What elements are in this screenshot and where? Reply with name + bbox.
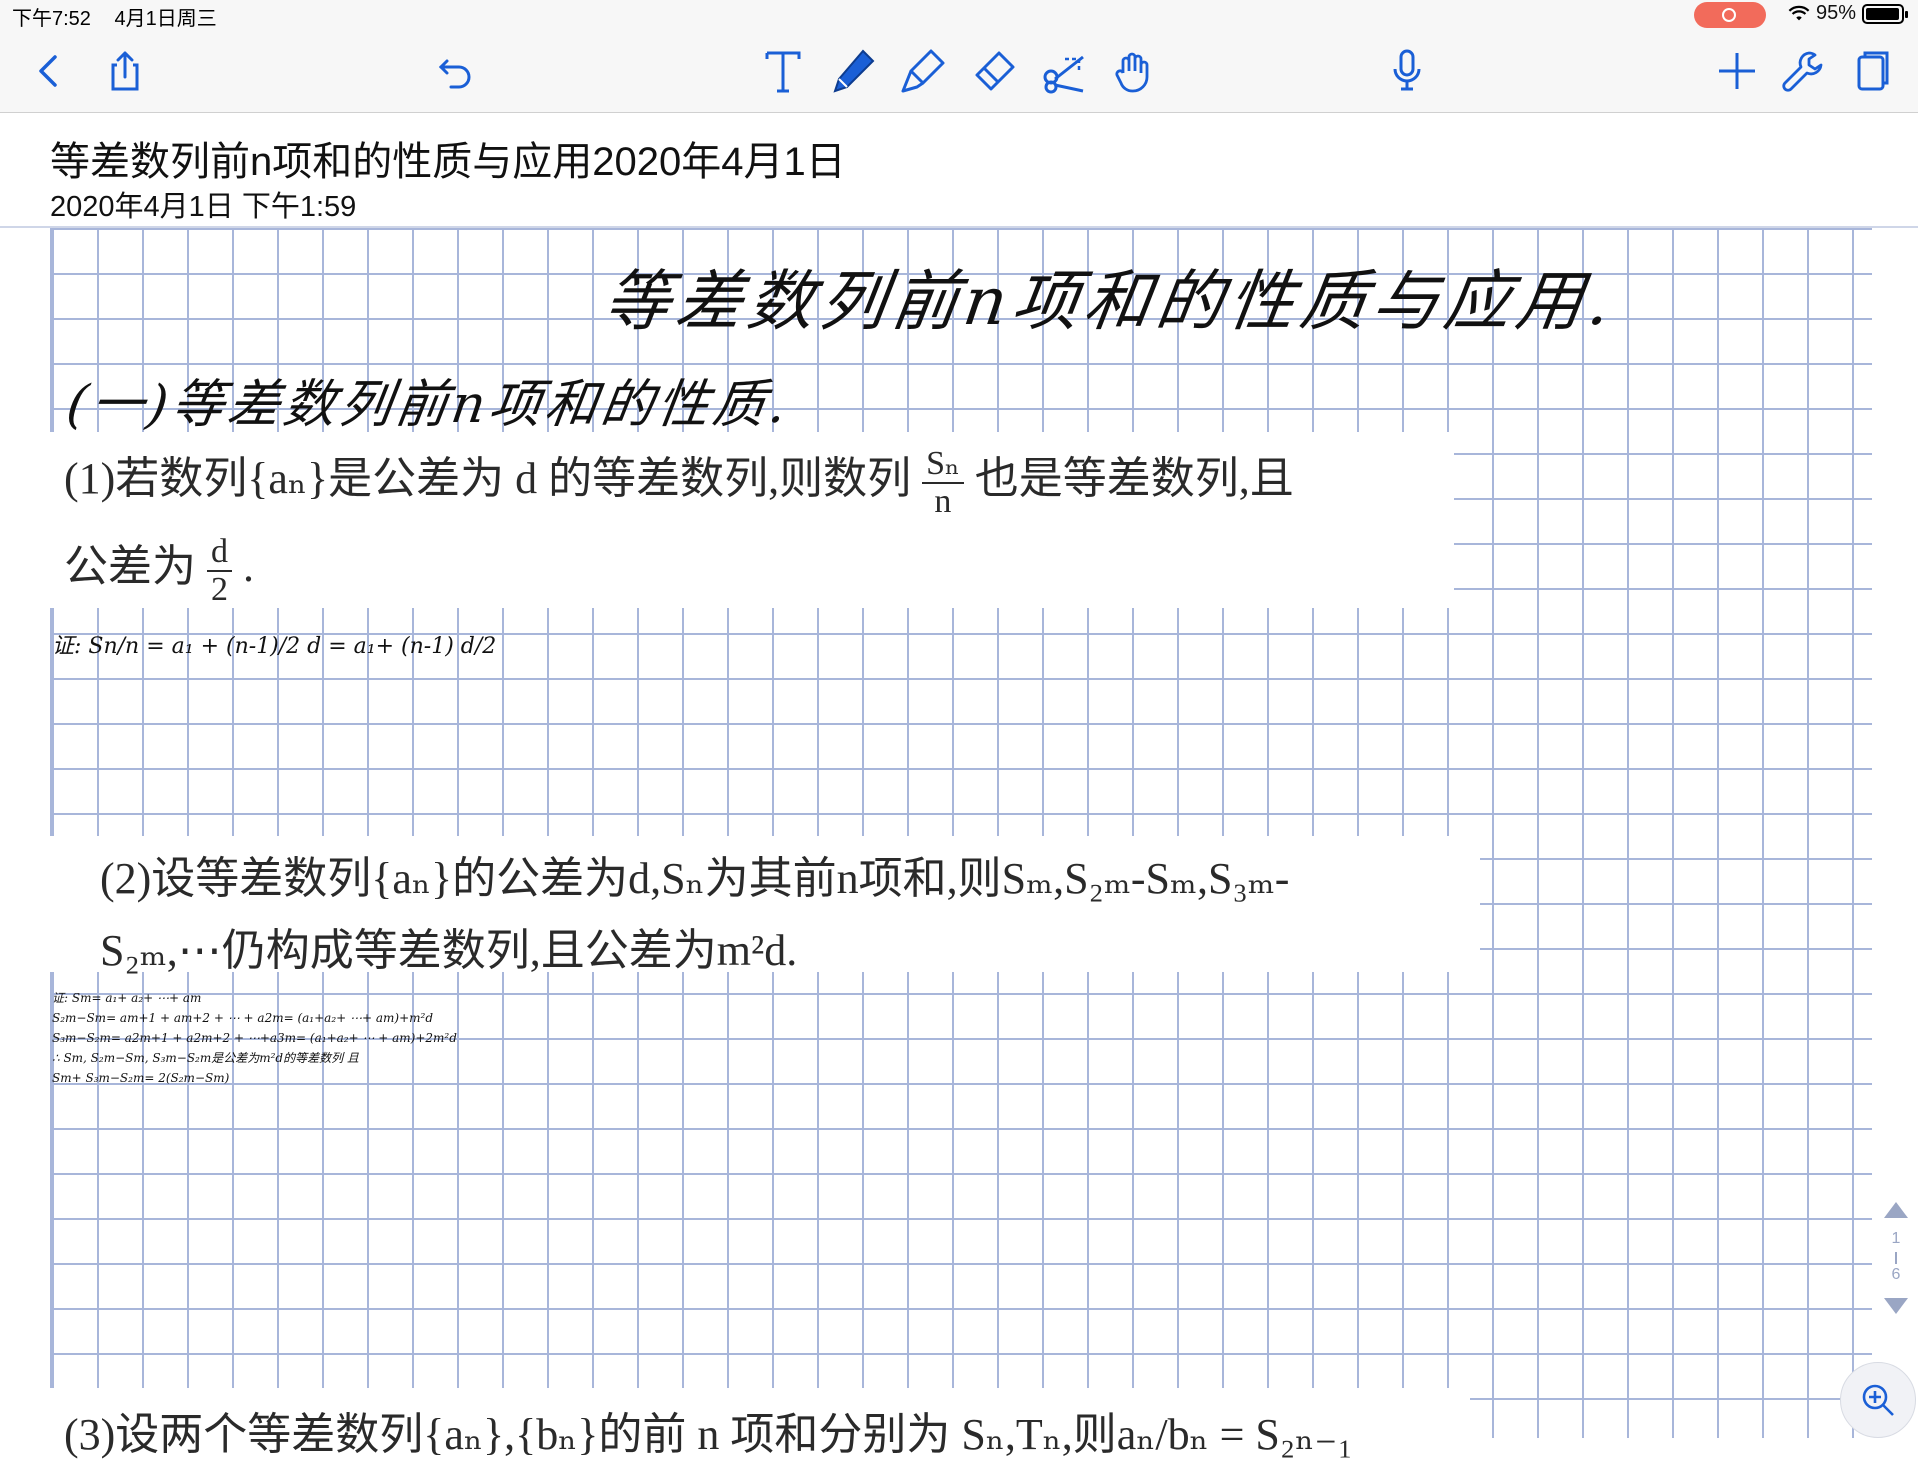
undo-button[interactable] <box>428 44 482 98</box>
sn-over-n-fraction: Sₙ n <box>922 446 964 519</box>
pages-button[interactable] <box>1846 44 1900 98</box>
pages-icon <box>1857 51 1889 91</box>
proof-2-line: ∴ Sm, S₂m−Sm, S₃m−S₂m是公差为m²d的等差数列 且 <box>52 1051 359 1065</box>
page-scroller[interactable]: 1 6 <box>1876 1198 1916 1318</box>
zoom-in-icon <box>1862 1384 1894 1416</box>
property-1-text-a: (1)若数列{aₙ}是公差为 d 的等差数列,则数列 <box>64 454 912 503</box>
pen-tool-icon <box>833 49 875 93</box>
proof-2-line: Sm+ S₃m−S₂m= 2(S₂m−Sm) <box>52 1071 230 1085</box>
proof-2-line: S₃m−S₂m= a2m+1 + a2m+2 + ⋯+a3m= (a₁+a₂+ … <box>52 1031 457 1045</box>
microphone-button[interactable] <box>1380 44 1434 98</box>
pen-tool-button[interactable] <box>826 44 880 98</box>
status-time-date: 下午7:52 4月1日周三 <box>12 2 235 31</box>
zoom-button[interactable] <box>1840 1362 1916 1438</box>
property-1-period: . <box>243 542 254 591</box>
proof-2-line: S₂m−Sm= am+1 + am+2 + ⋯ + a2m= (a₁+a₂+ ⋯… <box>52 1011 434 1025</box>
back-button[interactable] <box>22 44 76 98</box>
handwritten-title: 等差数列前n项和的性质与应用. <box>598 263 1622 340</box>
fraction-denominator: n <box>934 482 952 520</box>
proof-1-handwriting: 证: Sn/n = a₁ + (n-1)/2 d = a₁+ (n-1) d/2 <box>52 634 497 659</box>
total-pages: 6 <box>1891 1266 1901 1283</box>
toolbar <box>0 30 1918 113</box>
proof-2-handwriting: 证: Sm= a₁+ a₂+ ⋯+ am S₂m−Sm= am+1 + am+2… <box>52 988 457 1088</box>
lasso-tool-icon <box>1043 55 1084 94</box>
property-1-text-b: 也是等差数列,且 <box>974 454 1294 503</box>
highlighter-tool-button[interactable] <box>896 44 950 98</box>
back-icon <box>39 55 57 87</box>
d-over-2-fraction: d 2 <box>207 534 232 607</box>
document-date: 2020年4月1日 下午1:59 <box>50 191 357 223</box>
proof-2-line: 证: Sm= a₁+ a₂+ ⋯+ am <box>52 991 202 1005</box>
property-1-line-2: 公差为 d 2 . <box>64 530 254 608</box>
add-button[interactable] <box>1710 44 1764 98</box>
fraction-denominator: 2 <box>211 570 228 608</box>
lasso-tool-button[interactable] <box>1036 44 1090 98</box>
settings-button[interactable] <box>1776 44 1830 98</box>
status-date: 4月1日周三 <box>114 8 217 30</box>
property-1-line-1: (1)若数列{aₙ}是公差为 d 的等差数列,则数列 Sₙ n 也是等差数列,且 <box>64 442 1294 520</box>
status-bar: 下午7:52 4月1日周三 95% <box>0 0 1918 30</box>
eraser-tool-icon <box>975 51 1015 91</box>
hand-tool-icon <box>1115 52 1149 93</box>
battery-percent: 95% <box>1815 2 1856 24</box>
scroll-down-icon[interactable] <box>1884 1298 1908 1314</box>
handwritten-subtitle: (一)等差数列前n项和的性质. <box>63 375 795 435</box>
property-2-line-1: (2)设等差数列{aₙ}的公差为d,Sₙ为其前n项和,则Sₘ,S₂ₘ-Sₘ,S₃… <box>100 854 1290 903</box>
document-header: 等差数列前n项和的性质与应用2020年4月1日 2020年4月1日 下午1:59 <box>0 113 1918 228</box>
undo-icon <box>438 59 471 89</box>
document-title[interactable]: 等差数列前n项和的性质与应用2020年4月1日 <box>50 129 846 187</box>
page-separator <box>1895 1252 1897 1264</box>
eraser-tool-button[interactable] <box>966 44 1020 98</box>
text-tool-icon <box>765 51 801 93</box>
status-time: 下午7:52 <box>12 8 91 30</box>
microphone-icon <box>1393 49 1421 91</box>
highlighter-tool-icon <box>901 49 945 93</box>
property-1-text-c: 公差为 <box>64 542 196 591</box>
fraction-numerator: d <box>207 534 232 572</box>
battery-icon <box>1862 3 1908 24</box>
screen-recording-indicator[interactable] <box>1694 2 1766 28</box>
fraction-numerator: Sₙ <box>922 446 964 484</box>
scroll-up-icon[interactable] <box>1884 1202 1908 1218</box>
wifi-icon <box>1788 5 1810 20</box>
share-icon <box>111 51 139 91</box>
status-right: 95% <box>1788 2 1908 25</box>
add-icon <box>1719 53 1755 89</box>
wrench-icon <box>1782 51 1823 92</box>
property-2-line-2: S₂ₘ,⋯仍构成等差数列,且公差为m²d. <box>100 926 798 975</box>
hand-tool-button[interactable] <box>1106 44 1160 98</box>
share-button[interactable] <box>98 44 152 98</box>
text-tool-button[interactable] <box>756 44 810 98</box>
current-page: 1 <box>1891 1230 1901 1247</box>
property-3-line-1: (3)设两个等差数列{aₙ},{bₙ}的前 n 项和分别为 Sₙ,Tₙ,则aₙ/… <box>64 1410 1353 1459</box>
